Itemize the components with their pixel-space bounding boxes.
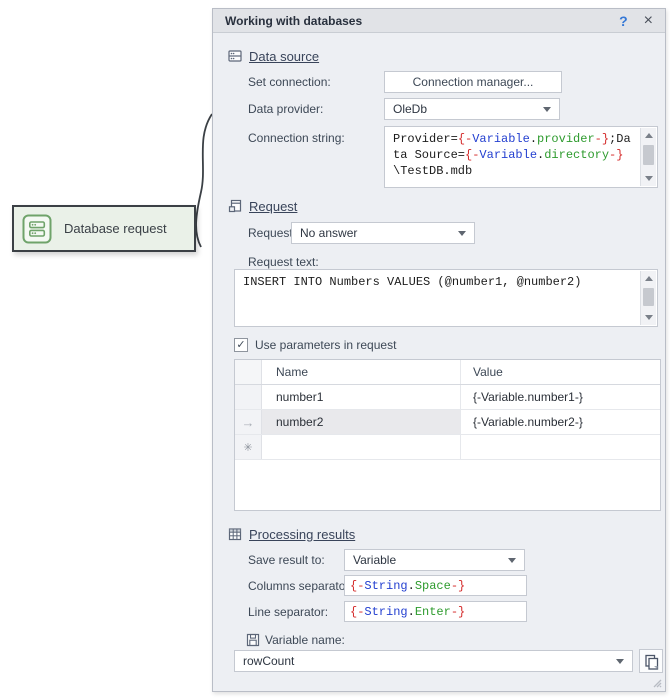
database-icon bbox=[22, 214, 52, 244]
scroll-down-icon[interactable] bbox=[641, 171, 656, 186]
chevron-down-icon bbox=[543, 107, 551, 112]
param-value-cell[interactable] bbox=[461, 435, 660, 459]
variable-name-row: Variable name: bbox=[246, 633, 345, 647]
line-separator-input[interactable]: {-String.Enter-} bbox=[344, 601, 527, 622]
table-row[interactable]: number1 {-Variable.number1-} bbox=[235, 385, 660, 410]
scrollbar[interactable] bbox=[640, 271, 656, 325]
help-button[interactable]: ? bbox=[619, 13, 628, 29]
properties-panel: Working with databases ? × Data source S… bbox=[212, 8, 666, 692]
save-result-label: Save result to: bbox=[248, 553, 325, 567]
line-separator-value: {-String.Enter-} bbox=[350, 605, 465, 619]
param-name-cell[interactable] bbox=[262, 435, 461, 459]
request-text-textarea[interactable]: INSERT INTO Numbers VALUES (@number1, @n… bbox=[234, 269, 658, 327]
request-text-value: INSERT INTO Numbers VALUES (@number1, @n… bbox=[235, 270, 657, 290]
request-text-label: Request text: bbox=[248, 255, 319, 269]
column-header-value[interactable]: Value bbox=[461, 360, 660, 384]
columns-separator-input[interactable]: {-String.Space-} bbox=[344, 575, 527, 596]
flow-node-database-request[interactable]: Database request bbox=[12, 205, 196, 252]
row-header-cell[interactable]: ✳ bbox=[235, 435, 262, 459]
data-source-icon bbox=[227, 48, 243, 64]
columns-separator-label: Columns separator: bbox=[248, 579, 353, 593]
flow-node-label: Database request bbox=[64, 221, 167, 236]
close-button[interactable]: × bbox=[644, 14, 653, 28]
use-parameters-label: Use parameters in request bbox=[255, 338, 396, 352]
column-header-name[interactable]: Name bbox=[262, 360, 461, 384]
chevron-down-icon bbox=[508, 558, 516, 563]
copy-variable-button[interactable] bbox=[639, 649, 663, 673]
use-parameters-checkbox[interactable]: ✓ Use parameters in request bbox=[234, 338, 396, 352]
connection-manager-button[interactable]: Connection manager... bbox=[384, 71, 562, 93]
processing-results-icon bbox=[227, 526, 243, 542]
checkbox-box: ✓ bbox=[234, 338, 248, 352]
columns-separator-value: {-String.Space-} bbox=[350, 579, 465, 593]
panel-title: Working with databases bbox=[225, 14, 362, 28]
set-connection-label: Set connection: bbox=[248, 75, 331, 89]
resize-grip[interactable] bbox=[650, 676, 662, 688]
param-value-cell[interactable]: {-Variable.number1-} bbox=[461, 385, 660, 409]
variable-name-label: Variable name: bbox=[265, 633, 345, 647]
param-value-cell[interactable]: {-Variable.number2-} bbox=[461, 410, 660, 434]
table-row[interactable]: → number2 {-Variable.number2-} bbox=[235, 410, 660, 435]
save-result-select[interactable]: Variable bbox=[344, 549, 525, 571]
table-header-row: Name Value bbox=[235, 360, 660, 385]
data-provider-select[interactable]: OleDb bbox=[384, 98, 560, 120]
section-data-source[interactable]: Data source bbox=[227, 48, 319, 64]
variable-name-value: rowCount bbox=[243, 654, 294, 668]
connection-string-label: Connection string: bbox=[248, 131, 345, 145]
connection-string-value: Provider={-Variable.provider-};Data Sour… bbox=[385, 127, 633, 179]
scroll-up-icon[interactable] bbox=[641, 128, 656, 143]
request-type-select[interactable]: No answer bbox=[291, 222, 475, 244]
new-row-icon: ✳ bbox=[243, 441, 252, 454]
request-icon bbox=[227, 198, 243, 214]
data-provider-value: OleDb bbox=[393, 102, 427, 116]
chevron-down-icon bbox=[616, 659, 624, 664]
scroll-up-icon[interactable] bbox=[641, 271, 656, 286]
table-row-new[interactable]: ✳ bbox=[235, 435, 660, 460]
row-header-cell bbox=[235, 360, 262, 384]
request-type-value: No answer bbox=[300, 226, 357, 240]
scroll-down-icon[interactable] bbox=[641, 310, 656, 325]
copy-icon bbox=[643, 653, 660, 670]
section-heading: Processing results bbox=[249, 527, 355, 542]
param-name-cell[interactable]: number2 bbox=[262, 410, 461, 434]
section-request[interactable]: Request bbox=[227, 198, 297, 214]
row-header-cell[interactable] bbox=[235, 385, 262, 409]
check-icon: ✓ bbox=[236, 340, 245, 351]
parameters-table: Name Value number1 {-Variable.number1-} … bbox=[234, 359, 661, 511]
param-name-cell[interactable]: number1 bbox=[262, 385, 461, 409]
scrollbar[interactable] bbox=[640, 128, 656, 186]
save-result-value: Variable bbox=[353, 553, 396, 567]
scrollbar-thumb[interactable] bbox=[643, 288, 654, 306]
scrollbar-thumb[interactable] bbox=[643, 145, 654, 165]
section-processing-results[interactable]: Processing results bbox=[227, 526, 355, 542]
row-header-cell[interactable]: → bbox=[235, 410, 262, 434]
section-heading: Data source bbox=[249, 49, 319, 64]
line-separator-label: Line separator: bbox=[248, 605, 328, 619]
variable-name-select[interactable]: rowCount bbox=[234, 650, 633, 672]
current-row-icon: → bbox=[242, 415, 255, 430]
connection-string-textarea[interactable]: Provider={-Variable.provider-};Data Sour… bbox=[384, 126, 658, 188]
section-heading: Request bbox=[249, 199, 297, 214]
save-variable-icon bbox=[246, 633, 260, 647]
chevron-down-icon bbox=[458, 231, 466, 236]
data-provider-label: Data provider: bbox=[248, 102, 323, 116]
panel-titlebar: Working with databases ? × bbox=[213, 9, 665, 33]
